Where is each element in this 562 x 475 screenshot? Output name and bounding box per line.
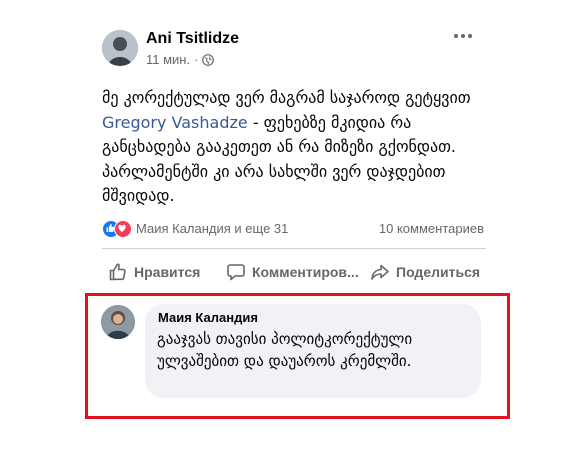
post-body-text: მე კორექტულად ვერ მაგრამ საჯაროდ გეტყვით… <box>102 86 492 209</box>
divider <box>102 248 486 249</box>
comment-author-name[interactable]: Маия Каландия <box>158 310 469 326</box>
share-arrow-icon <box>371 264 389 280</box>
post-meta: 11 мин. · <box>146 52 215 67</box>
comment-button[interactable]: Комментиров... <box>226 262 359 282</box>
globe-icon <box>202 53 215 66</box>
more-options-icon[interactable] <box>454 34 476 42</box>
like-button-label: Нравится <box>134 264 201 280</box>
like-button[interactable]: Нравится <box>108 262 200 282</box>
post-time[interactable]: 11 мин. <box>146 52 190 67</box>
post-author-name[interactable]: Ani Tsitlidze <box>146 30 239 48</box>
commenter-avatar[interactable] <box>101 305 135 339</box>
post-text-part-1: მე კორექტულად ვერ მაგრამ საჯაროდ გეტყვით <box>102 88 471 107</box>
comment-button-label: Комментиров... <box>252 264 359 280</box>
share-button[interactable]: Поделиться <box>370 262 480 282</box>
post-actions-bar: Нравится Комментиров... Поделиться <box>102 258 486 290</box>
love-reaction-icon <box>114 220 132 238</box>
author-avatar[interactable] <box>102 30 138 66</box>
reaction-icons <box>102 220 134 238</box>
comment-bubble-icon <box>227 264 245 281</box>
post-header: Ani Tsitlidze 11 мин. · <box>102 28 492 76</box>
meta-separator: · <box>194 52 199 67</box>
comment-bubble: Маия Каландия გააჯვას თავისი პოლიტკორექტ… <box>145 304 481 398</box>
thumbs-up-icon <box>109 263 126 281</box>
share-button-label: Поделиться <box>396 264 481 280</box>
comments-count[interactable]: 10 комментариев <box>379 221 484 236</box>
comment-text: გააჯვას თავისი პოლიტკორექტული ულვაშებით … <box>157 330 413 370</box>
user-mention-link[interactable]: Gregory Vashadze <box>102 113 248 132</box>
reactions-names[interactable]: Маия Каландия и еще 31 <box>136 221 288 236</box>
reactions-summary[interactable]: Маия Каландия и еще 31 10 комментариев <box>102 220 486 240</box>
